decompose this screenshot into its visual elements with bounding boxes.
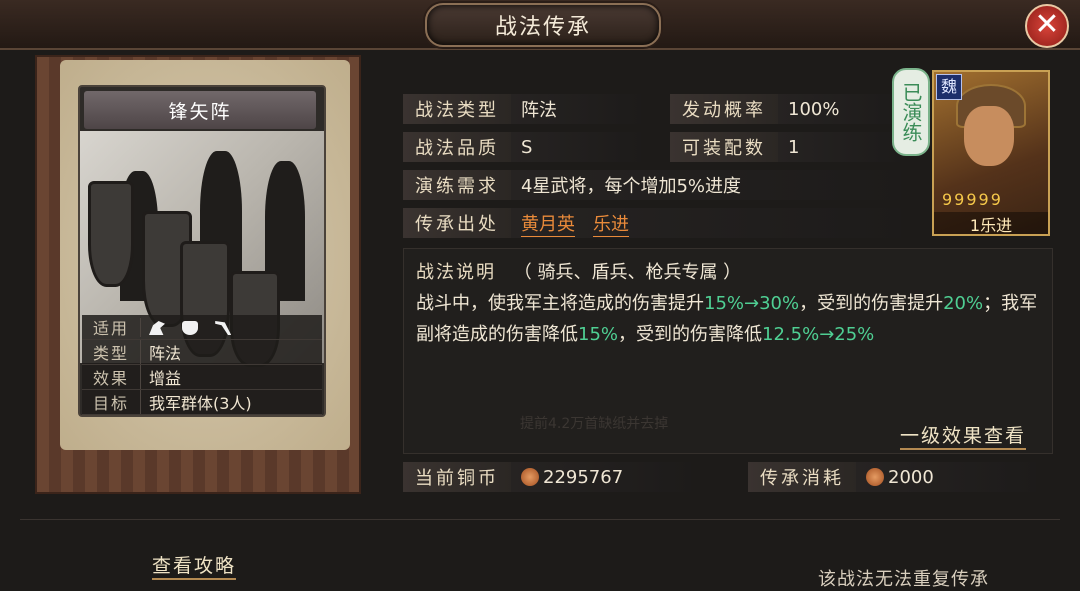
attr-value: 我军群体(3人) (140, 390, 322, 414)
attr-row-target: 目标 我军群体(3人) (82, 390, 322, 415)
copper-coin-icon (866, 468, 884, 486)
faction-badge: 魏 (936, 74, 962, 100)
source-link-huang-yueying[interactable]: 黄月英 (521, 210, 575, 237)
level1-effect-link[interactable]: 一级效果查看 (900, 421, 1027, 450)
description-label: 战法说明 (416, 262, 496, 283)
quality-value: S (511, 132, 641, 162)
type-value: 阵法 (511, 94, 641, 124)
info-row-probability: 发动概率 100% (670, 92, 900, 126)
attr-key: 适用 (92, 319, 129, 338)
horse-icon (149, 321, 165, 335)
tactic-card: 锋矢阵 适用 类型 阵法 效果 增益 目标 我军群体(3人) (78, 85, 326, 417)
attr-value (140, 317, 322, 337)
desc-highlight: 20% (943, 293, 984, 314)
description-text: 战法说明 （ 骑兵、盾兵、枪兵专属 ） 战斗中，使我军主将造成的伤害提升15%→… (416, 257, 1046, 350)
divider (20, 519, 1060, 520)
current-coins-label: 当前铜币 (403, 462, 511, 492)
shield-icon (182, 321, 199, 335)
equip-label: 可装配数 (670, 132, 778, 162)
faded-text: 提前4.2万首缺纸并去掉 (520, 416, 669, 432)
inherit-cost-label: 传承消耗 (748, 462, 856, 492)
desc-part: ，受到的伤害降低 (618, 324, 763, 345)
spear-icon (215, 321, 232, 335)
attr-key: 类型 (92, 344, 129, 363)
page-title: 战法传承 (425, 3, 661, 47)
equip-value: 1 (778, 132, 900, 162)
attr-value: 阵法 (140, 340, 322, 364)
info-row-type: 战法类型 阵法 (403, 92, 641, 126)
general-name: 1乐进 (934, 212, 1048, 235)
inherit-cost-value: 2000 (856, 462, 1036, 492)
desc-highlight: 15%→30% (704, 293, 800, 314)
training-label: 演练需求 (403, 170, 511, 200)
troop-restriction: （ 骑兵、盾兵、枪兵专属 ） (513, 262, 742, 283)
inherit-cost-amount: 2000 (888, 466, 934, 488)
general-portrait[interactable]: 魏 99999 1乐进 (932, 70, 1050, 236)
attribute-table: 适用 类型 阵法 效果 增益 目标 我军群体(3人) (82, 315, 322, 415)
source-value: 黄月英 乐进 (511, 208, 901, 238)
attr-key: 效果 (92, 369, 129, 388)
training-value: 4星武将，每个增加5%进度 (511, 170, 901, 200)
probability-label: 发动概率 (670, 94, 778, 124)
probability-value: 100% (778, 94, 900, 124)
desc-highlight: 15% (578, 324, 619, 345)
current-coins-amount: 2295767 (543, 466, 624, 488)
info-row-equip: 可装配数 1 (670, 130, 900, 164)
info-row-quality: 战法品质 S (403, 130, 641, 164)
source-label: 传承出处 (403, 208, 511, 238)
face-art (964, 106, 1014, 166)
close-button[interactable]: ✕ (1025, 4, 1069, 48)
attr-value: 增益 (140, 365, 322, 389)
type-label: 战法类型 (403, 94, 511, 124)
quality-label: 战法品质 (403, 132, 511, 162)
star-rating: 99999 (942, 190, 1003, 209)
info-row-training: 演练需求 4星武将，每个增加5%进度 (403, 168, 901, 202)
copper-coin-icon (521, 468, 539, 486)
attr-row-effect: 效果 增益 (82, 365, 322, 390)
attr-row-applicable: 适用 (82, 315, 322, 340)
source-link-le-jin[interactable]: 乐进 (593, 210, 629, 237)
current-coins-row: 当前铜币 2295767 (403, 460, 691, 494)
cannot-repeat-notice: 该战法无法重复传承 (818, 569, 989, 590)
info-row-source: 传承出处 黄月英 乐进 (403, 206, 901, 240)
inherit-cost-row: 传承消耗 2000 (748, 460, 1036, 494)
desc-part: 战斗中，使我军主将造成的伤害提升 (416, 293, 704, 314)
attr-row-type: 类型 阵法 (82, 340, 322, 365)
desc-highlight: 12.5%→25% (762, 324, 875, 345)
attr-key: 目标 (92, 394, 129, 413)
view-strategy-link[interactable]: 查看攻略 (152, 551, 237, 580)
current-coins-value: 2295767 (511, 462, 691, 492)
trained-badge: 已演练 (892, 68, 930, 156)
desc-part: ，受到的伤害提升 (799, 293, 944, 314)
card-title: 锋矢阵 (84, 91, 316, 129)
